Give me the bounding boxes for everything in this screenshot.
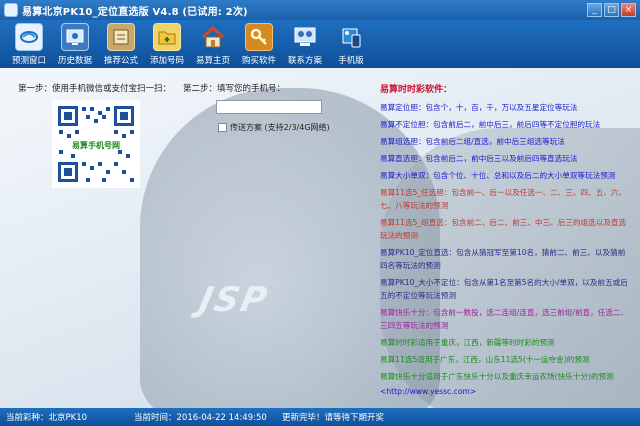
info-item: 易算PK10_大小不定位：包含从第1名至第5名的大小/单双，以及前五或后五的不定… (380, 278, 628, 300)
send-option-row[interactable]: 传送方案 (支持2/3/4G网络) (218, 122, 330, 133)
info-item: 易算大小单双：包含个位、十位、总和以及后二的大小单双等玩法预测 (380, 171, 616, 180)
info-item: 易算11选5_组直选：包含前二、后二、前三、中三、后三的组选以及直选玩法的预测 (380, 218, 627, 240)
maximize-button[interactable]: □ (604, 3, 619, 17)
software-info-title: 易算时时彩软件： (380, 85, 453, 95)
toolbar-label: 历史数据 (57, 56, 92, 66)
toolbar: 预测窗口 历史数据 推荐公式 添加号码 易算主页 购买软件 联系方案 手机版 (0, 20, 640, 68)
qr-code: 易算手机号网 (52, 100, 140, 188)
phone-number-input[interactable] (216, 100, 322, 114)
history-data-icon (61, 23, 89, 51)
website-link[interactable]: <http://www.yessc.com> (380, 387, 630, 396)
toolbar-history-data[interactable]: 历史数据 (52, 20, 98, 68)
app-icon (4, 3, 18, 17)
toolbar-label: 添加号码 (149, 56, 184, 66)
toolbar-home[interactable]: 易算主页 (190, 20, 236, 68)
add-numbers-icon (153, 23, 181, 51)
background-car-logo: JSP (195, 280, 273, 320)
toolbar-label: 易算主页 (195, 56, 230, 66)
minimize-button[interactable]: _ (587, 3, 602, 17)
close-button[interactable]: × (621, 3, 636, 17)
current-time: 当前时间：2016-04-22 14:49:50 (134, 413, 267, 423)
main-panel: JSP 第一步：使用手机微信或支付宝扫一扫： 第二步：填写您的手机号： 易算手机… (0, 68, 640, 408)
home-icon (199, 23, 227, 51)
qr-code-image: 易算手机号网 (56, 104, 136, 184)
info-item: 易算时时彩适用于重庆，江西，新疆等时时彩的预测 (380, 338, 555, 347)
recommend-formula-icon (107, 23, 135, 51)
info-item: 易算定位胆：包含个，十，百，千，万以及五星定位等玩法 (380, 103, 578, 112)
send-option-label: 传送方案 (支持2/3/4G网络) (230, 123, 330, 132)
toolbar-forecast-window[interactable]: 预测窗口 (6, 20, 52, 68)
info-item: 易算11选5适用于广东，江西，山东11选5(十一运夺金)的预测 (380, 355, 590, 364)
forecast-window-icon (15, 23, 43, 51)
window-title: 易算北京PK10_定位直选版 V4.8 (已试用: 2次) (22, 6, 248, 18)
key-icon (245, 23, 273, 51)
info-item: 易算组选胆：包含前后二组/直选，前中后三组选等玩法 (380, 137, 565, 146)
toolbar-label: 手机版 (338, 56, 364, 66)
update-status: 更新完毕！请等待下期开奖 (282, 413, 385, 423)
mobile-icon (337, 23, 365, 51)
software-info-panel: 易算时时彩软件： 易算定位胆：包含个，十，百，千，万以及五星定位等玩法 易算不定… (380, 82, 630, 396)
info-item: 易算PK10_定位直选：包含从猜冠军至第10名，猜前二、前三、以及猜前四名等玩法… (380, 248, 626, 270)
toolbar-contact[interactable]: 联系方案 (282, 20, 328, 68)
contact-icon (291, 23, 319, 51)
toolbar-label: 预测窗口 (11, 56, 46, 66)
info-item: 易算直选胆：包含前后二，前中后三以及前后四等直选玩法 (380, 154, 578, 163)
toolbar-label: 购买软件 (241, 56, 276, 66)
send-option-checkbox[interactable] (218, 123, 227, 132)
window-controls: _ □ × (587, 3, 636, 17)
current-lottery: 当前彩种：北京PK10 (6, 413, 88, 423)
title-bar: 易算北京PK10_定位直选版 V4.8 (已试用: 2次) _ □ × (0, 0, 640, 20)
info-item: 易算快乐十分：包含前一数投，选二连组/连直，选三前组/前直，任选二、三四五等玩法… (380, 308, 629, 330)
step1-label: 第一步：使用手机微信或支付宝扫一扫： (18, 84, 172, 94)
toolbar-add-numbers[interactable]: 添加号码 (144, 20, 190, 68)
info-item: 易算11选5_任选胆：包含前一、后一以及任选一、二、三、四、五、六、七、八等玩法… (380, 188, 627, 210)
toolbar-label: 推荐公式 (103, 56, 138, 66)
svg-text:易算手机号网: 易算手机号网 (72, 140, 120, 150)
info-item: 易算不定位胆：包含前后二，前中后三，前后四等不定位胆的玩法 (380, 120, 601, 129)
toolbar-mobile[interactable]: 手机版 (328, 20, 374, 68)
toolbar-buy-software[interactable]: 购买软件 (236, 20, 282, 68)
toolbar-recommend-formula[interactable]: 推荐公式 (98, 20, 144, 68)
status-bar: 当前彩种：北京PK10 当前时间：2016-04-22 14:49:50 更新完… (0, 408, 640, 426)
step2-label: 第二步：填写您的手机号： (183, 84, 286, 94)
toolbar-label: 联系方案 (287, 56, 322, 66)
info-item: 易算快乐十分适用于广东快乐十分以及重庆幸运农场(快乐十分)的预测 (380, 372, 614, 381)
